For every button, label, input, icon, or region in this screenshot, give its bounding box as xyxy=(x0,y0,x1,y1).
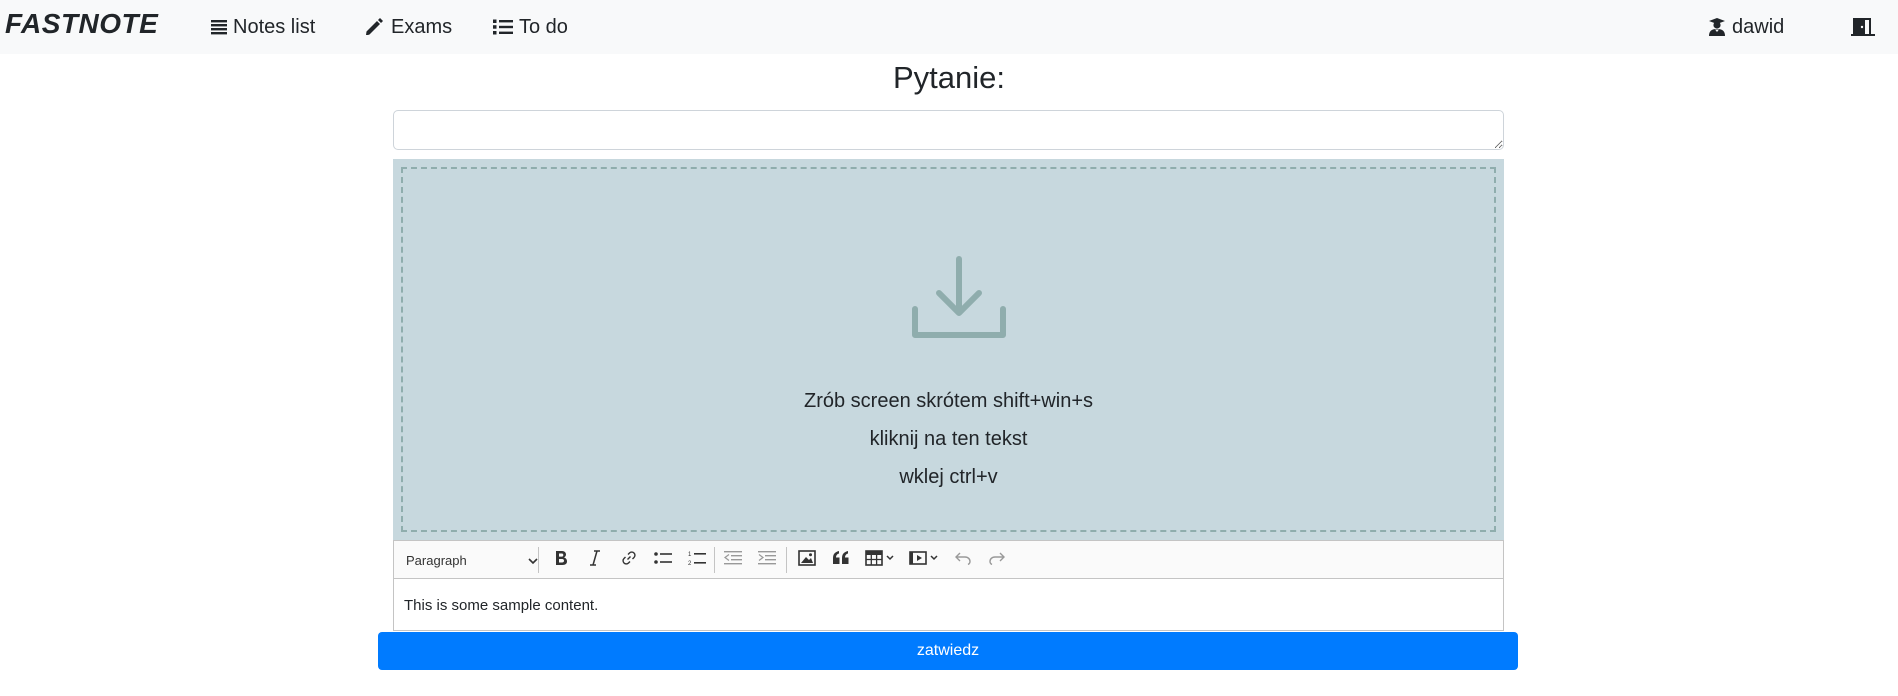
blockquote-icon xyxy=(832,550,850,570)
checklist-icon xyxy=(493,19,513,35)
download-icon xyxy=(911,255,1007,344)
dropzone-instruction-2: kliknij na ten tekst xyxy=(869,428,1028,450)
nav-user-label: dawid xyxy=(1732,15,1785,38)
bold-icon xyxy=(554,550,568,571)
indent-button[interactable] xyxy=(752,541,782,579)
media-icon xyxy=(909,550,939,571)
dropzone-instruction-1: Zrób screen skrótem shift+win+s xyxy=(804,390,1093,412)
editor-toolbar: Paragraph 12 xyxy=(394,541,1503,579)
numbered-list-icon: 12 xyxy=(688,550,706,571)
logout-button[interactable] xyxy=(1851,13,1875,41)
link-button[interactable] xyxy=(614,541,644,579)
nav-exams-label: Exams xyxy=(391,15,453,38)
table-icon xyxy=(865,549,895,571)
nav-todo-label: To do xyxy=(519,15,568,38)
rich-text-editor: Paragraph 12 This is some sample content… xyxy=(393,540,1504,631)
redo-button[interactable] xyxy=(982,541,1012,579)
nav-exams[interactable]: Exams xyxy=(365,13,452,41)
list-icon xyxy=(211,19,227,35)
heading-dropdown[interactable]: Paragraph xyxy=(402,541,542,579)
navbar: FASTNOTE Notes list Exams To do dawid xyxy=(0,0,1898,54)
undo-button[interactable] xyxy=(948,541,978,579)
insert-media-button[interactable] xyxy=(904,541,944,579)
redo-icon xyxy=(989,551,1005,570)
bold-button[interactable] xyxy=(546,541,576,579)
submit-button[interactable]: zatwiedz xyxy=(378,632,1518,670)
bulleted-list-icon xyxy=(654,551,672,570)
numbered-list-button[interactable]: 12 xyxy=(682,541,712,579)
door-exit-icon xyxy=(1851,17,1875,37)
svg-text:1: 1 xyxy=(688,552,692,558)
outdent-button[interactable] xyxy=(718,541,748,579)
link-icon xyxy=(621,550,637,571)
question-input[interactable] xyxy=(393,110,1504,150)
nav-todo[interactable]: To do xyxy=(493,13,568,41)
paste-dropzone[interactable]: Zrób screen skrótem shift+win+s kliknij … xyxy=(401,167,1496,532)
dropzone-instruction-3: wklej ctrl+v xyxy=(899,466,998,488)
outdent-icon xyxy=(724,550,742,570)
insert-image-button[interactable] xyxy=(792,541,822,579)
brand-logo[interactable]: FASTNOTE xyxy=(5,8,158,40)
heading-dropdown-label: Paragraph xyxy=(406,552,467,568)
nav-notes-list[interactable]: Notes list xyxy=(211,13,315,41)
blockquote-button[interactable] xyxy=(826,541,856,579)
toolbar-separator xyxy=(538,547,539,573)
page-title: Pytanie: xyxy=(892,60,1005,95)
toolbar-separator xyxy=(786,547,787,573)
chevron-down-icon xyxy=(528,553,538,568)
undo-icon xyxy=(955,551,971,570)
nav-user[interactable]: dawid xyxy=(1708,13,1784,41)
svg-text:2: 2 xyxy=(688,561,692,566)
italic-button[interactable] xyxy=(580,541,610,579)
italic-icon xyxy=(589,549,601,571)
nav-notes-list-label: Notes list xyxy=(233,15,316,38)
user-graduate-icon xyxy=(1708,18,1726,36)
editor-content[interactable]: This is some sample content. xyxy=(404,597,598,614)
bulleted-list-button[interactable] xyxy=(648,541,678,579)
insert-table-button[interactable] xyxy=(860,541,900,579)
pencil-icon xyxy=(365,18,385,36)
toolbar-separator xyxy=(714,547,715,573)
image-icon xyxy=(798,549,816,571)
paste-dropzone-area: Zrób screen skrótem shift+win+s kliknij … xyxy=(393,159,1504,540)
indent-icon xyxy=(758,550,776,570)
